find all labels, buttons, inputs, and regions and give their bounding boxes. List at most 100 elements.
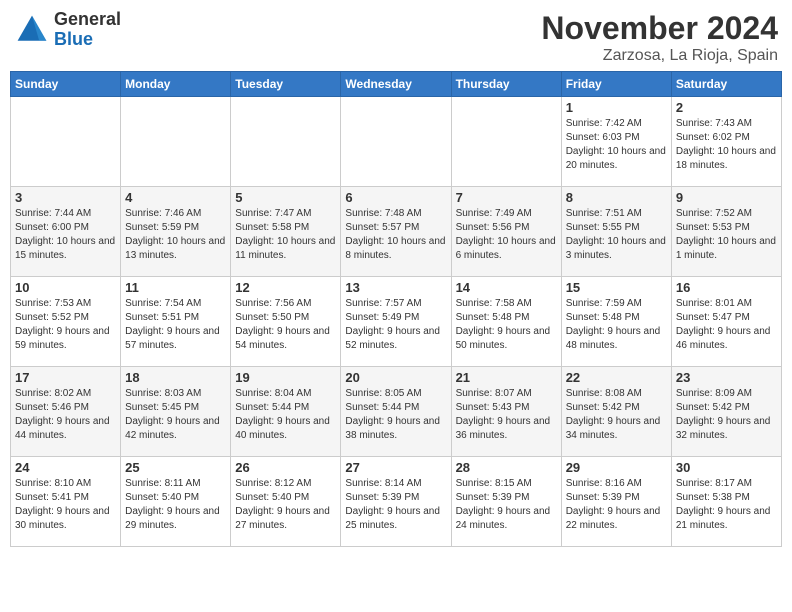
day-number: 26 xyxy=(235,460,336,475)
col-tuesday: Tuesday xyxy=(231,72,341,97)
table-row: 24 Sunrise: 8:10 AM Sunset: 5:41 PM Dayli… xyxy=(11,457,121,547)
day-info: Sunrise: 7:49 AM Sunset: 5:56 PM Dayligh… xyxy=(456,207,557,263)
day-number: 16 xyxy=(676,280,777,295)
day-number: 11 xyxy=(125,280,226,295)
table-row: 17 Sunrise: 8:02 AM Sunset: 5:46 PM Dayli… xyxy=(11,367,121,457)
title-block: November 2024 Zarzosa, La Rioja, Spain xyxy=(541,10,778,65)
day-info: Sunrise: 7:44 AM Sunset: 6:00 PM Dayligh… xyxy=(15,207,116,263)
day-info: Sunrise: 8:02 AM Sunset: 5:46 PM Dayligh… xyxy=(15,387,116,443)
day-info: Sunrise: 7:56 AM Sunset: 5:50 PM Dayligh… xyxy=(235,297,336,353)
day-number: 30 xyxy=(676,460,777,475)
day-info: Sunrise: 7:58 AM Sunset: 5:48 PM Dayligh… xyxy=(456,297,557,353)
table-row: 3 Sunrise: 7:44 AM Sunset: 6:00 PM Daylig… xyxy=(11,187,121,277)
day-number: 23 xyxy=(676,370,777,385)
day-number: 8 xyxy=(566,190,667,205)
day-info: Sunrise: 8:05 AM Sunset: 5:44 PM Dayligh… xyxy=(345,387,446,443)
day-number: 21 xyxy=(456,370,557,385)
day-number: 27 xyxy=(345,460,446,475)
table-row: 7 Sunrise: 7:49 AM Sunset: 5:56 PM Daylig… xyxy=(451,187,561,277)
table-row: 14 Sunrise: 7:58 AM Sunset: 5:48 PM Dayli… xyxy=(451,277,561,367)
table-row: 15 Sunrise: 7:59 AM Sunset: 5:48 PM Dayli… xyxy=(561,277,671,367)
day-info: Sunrise: 7:47 AM Sunset: 5:58 PM Dayligh… xyxy=(235,207,336,263)
day-number: 22 xyxy=(566,370,667,385)
col-monday: Monday xyxy=(121,72,231,97)
table-row: 21 Sunrise: 8:07 AM Sunset: 5:43 PM Dayli… xyxy=(451,367,561,457)
day-info: Sunrise: 8:16 AM Sunset: 5:39 PM Dayligh… xyxy=(566,477,667,533)
table-row: 5 Sunrise: 7:47 AM Sunset: 5:58 PM Daylig… xyxy=(231,187,341,277)
table-row: 12 Sunrise: 7:56 AM Sunset: 5:50 PM Dayli… xyxy=(231,277,341,367)
table-row: 19 Sunrise: 8:04 AM Sunset: 5:44 PM Dayli… xyxy=(231,367,341,457)
day-info: Sunrise: 7:54 AM Sunset: 5:51 PM Dayligh… xyxy=(125,297,226,353)
table-row xyxy=(231,97,341,187)
day-number: 7 xyxy=(456,190,557,205)
day-number: 12 xyxy=(235,280,336,295)
table-row: 18 Sunrise: 8:03 AM Sunset: 5:45 PM Dayli… xyxy=(121,367,231,457)
col-friday: Friday xyxy=(561,72,671,97)
col-wednesday: Wednesday xyxy=(341,72,451,97)
day-info: Sunrise: 8:03 AM Sunset: 5:45 PM Dayligh… xyxy=(125,387,226,443)
calendar-week-row: 24 Sunrise: 8:10 AM Sunset: 5:41 PM Dayli… xyxy=(11,457,782,547)
table-row xyxy=(121,97,231,187)
logo: General Blue xyxy=(14,10,121,50)
page-header: General Blue November 2024 Zarzosa, La R… xyxy=(10,10,782,65)
day-number: 19 xyxy=(235,370,336,385)
table-row: 25Sunrise: 8:11 AM Sunset: 5:40 PM Dayli… xyxy=(121,457,231,547)
day-info: Sunrise: 8:08 AM Sunset: 5:42 PM Dayligh… xyxy=(566,387,667,443)
day-info: Sunrise: 7:53 AM Sunset: 5:52 PM Dayligh… xyxy=(15,297,116,353)
calendar-table: Sunday Monday Tuesday Wednesday Thursday… xyxy=(10,71,782,547)
day-info: Sunrise: 7:52 AM Sunset: 5:53 PM Dayligh… xyxy=(676,207,777,263)
day-info: Sunrise: 7:57 AM Sunset: 5:49 PM Dayligh… xyxy=(345,297,446,353)
day-number: 14 xyxy=(456,280,557,295)
col-sunday: Sunday xyxy=(11,72,121,97)
table-row xyxy=(341,97,451,187)
day-number: 28 xyxy=(456,460,557,475)
table-row xyxy=(11,97,121,187)
day-number: 25 xyxy=(125,460,226,475)
day-number: 15 xyxy=(566,280,667,295)
day-info: Sunrise: 7:59 AM Sunset: 5:48 PM Dayligh… xyxy=(566,297,667,353)
calendar-week-row: 10Sunrise: 7:53 AM Sunset: 5:52 PM Dayli… xyxy=(11,277,782,367)
table-row: 27Sunrise: 8:14 AM Sunset: 5:39 PM Dayli… xyxy=(341,457,451,547)
day-number: 3 xyxy=(15,190,116,205)
day-info: Sunrise: 7:42 AM Sunset: 6:03 PM Dayligh… xyxy=(566,117,667,173)
day-info: Sunrise: 8:17 AM Sunset: 5:38 PM Dayligh… xyxy=(676,477,777,533)
table-row: 23Sunrise: 8:09 AM Sunset: 5:42 PM Dayli… xyxy=(671,367,781,457)
day-info: Sunrise: 8:04 AM Sunset: 5:44 PM Dayligh… xyxy=(235,387,336,443)
day-number: 17 xyxy=(15,370,116,385)
table-row: 1Sunrise: 7:42 AM Sunset: 6:03 PM Daylig… xyxy=(561,97,671,187)
day-info: Sunrise: 8:01 AM Sunset: 5:47 PM Dayligh… xyxy=(676,297,777,353)
calendar-week-row: 1Sunrise: 7:42 AM Sunset: 6:03 PM Daylig… xyxy=(11,97,782,187)
day-number: 18 xyxy=(125,370,226,385)
day-info: Sunrise: 8:07 AM Sunset: 5:43 PM Dayligh… xyxy=(456,387,557,443)
day-info: Sunrise: 7:51 AM Sunset: 5:55 PM Dayligh… xyxy=(566,207,667,263)
calendar-week-row: 3 Sunrise: 7:44 AM Sunset: 6:00 PM Daylig… xyxy=(11,187,782,277)
table-row: 30 Sunrise: 8:17 AM Sunset: 5:38 PM Dayli… xyxy=(671,457,781,547)
day-number: 29 xyxy=(566,460,667,475)
logo-icon xyxy=(14,12,50,48)
col-saturday: Saturday xyxy=(671,72,781,97)
day-number: 4 xyxy=(125,190,226,205)
table-row: 11 Sunrise: 7:54 AM Sunset: 5:51 PM Dayli… xyxy=(121,277,231,367)
table-row: 9 Sunrise: 7:52 AM Sunset: 5:53 PM Daylig… xyxy=(671,187,781,277)
day-number: 9 xyxy=(676,190,777,205)
day-number: 24 xyxy=(15,460,116,475)
day-info: Sunrise: 8:12 AM Sunset: 5:40 PM Dayligh… xyxy=(235,477,336,533)
month-title: November 2024 xyxy=(541,10,778,47)
table-row: 8 Sunrise: 7:51 AM Sunset: 5:55 PM Daylig… xyxy=(561,187,671,277)
table-row: 16 Sunrise: 8:01 AM Sunset: 5:47 PM Dayli… xyxy=(671,277,781,367)
day-number: 20 xyxy=(345,370,446,385)
location-subtitle: Zarzosa, La Rioja, Spain xyxy=(541,47,778,65)
day-number: 13 xyxy=(345,280,446,295)
day-info: Sunrise: 7:43 AM Sunset: 6:02 PM Dayligh… xyxy=(676,117,777,173)
logo-general: General xyxy=(54,9,121,29)
day-number: 6 xyxy=(345,190,446,205)
table-row: 26 Sunrise: 8:12 AM Sunset: 5:40 PM Dayli… xyxy=(231,457,341,547)
day-number: 5 xyxy=(235,190,336,205)
col-thursday: Thursday xyxy=(451,72,561,97)
table-row: 4Sunrise: 7:46 AM Sunset: 5:59 PM Daylig… xyxy=(121,187,231,277)
calendar-week-row: 17 Sunrise: 8:02 AM Sunset: 5:46 PM Dayli… xyxy=(11,367,782,457)
table-row xyxy=(451,97,561,187)
day-info: Sunrise: 7:48 AM Sunset: 5:57 PM Dayligh… xyxy=(345,207,446,263)
day-info: Sunrise: 8:10 AM Sunset: 5:41 PM Dayligh… xyxy=(15,477,116,533)
table-row: 28Sunrise: 8:15 AM Sunset: 5:39 PM Dayli… xyxy=(451,457,561,547)
